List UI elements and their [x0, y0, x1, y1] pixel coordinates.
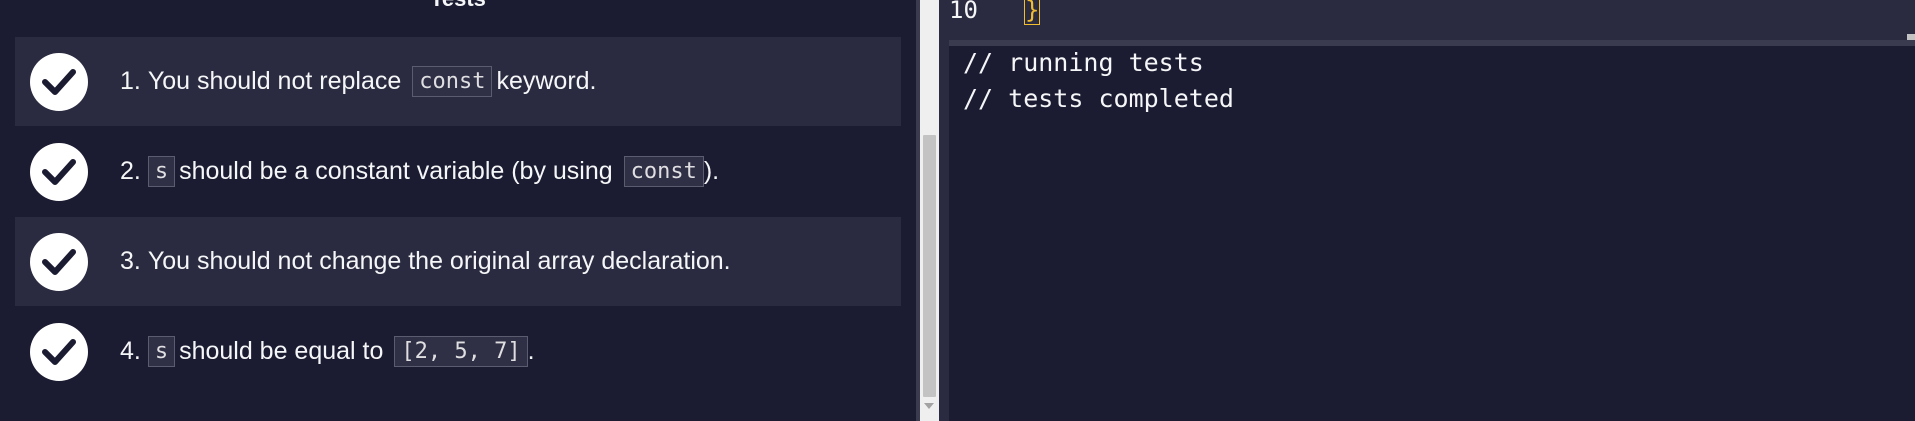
test-number: 4.: [120, 337, 141, 365]
test-item-2: 2. s should be a constant variable (by us…: [15, 127, 901, 216]
test-item-3: 3. You should not change the original ar…: [15, 217, 901, 306]
test-item-1: 1. You should not replace const keyword.: [15, 37, 901, 126]
tests-panel: Tests 1. You should not replace constkey…: [0, 0, 916, 421]
console-line: // running tests: [963, 48, 1204, 77]
test-description-end: ).: [703, 157, 720, 185]
test-number: 2.: [120, 157, 141, 185]
test-number: 1.: [120, 67, 141, 95]
code-snippet: s: [147, 336, 176, 367]
code-snippet: const: [412, 66, 493, 97]
code-editor[interactable]: 10 }: [949, 0, 1915, 40]
tests-scrollbar[interactable]: [920, 0, 939, 421]
test-number: 3.: [120, 247, 141, 275]
tests-heading: Tests: [0, 0, 916, 12]
scrollbar-thumb[interactable]: [923, 135, 936, 397]
console-output: // running tests // tests completed: [949, 46, 1915, 421]
test-description: You should not change the original array…: [147, 247, 731, 275]
check-circle-icon: [30, 323, 88, 381]
line-number: 10: [949, 0, 978, 24]
code-snippet: [2, 5, 7]: [394, 336, 528, 367]
test-description: should be equal to: [179, 337, 384, 365]
code-line-text[interactable]: }: [1023, 0, 1041, 25]
test-description: You should not replace: [147, 67, 402, 95]
check-circle-icon: [30, 233, 88, 291]
scroll-down-arrow-icon[interactable]: [924, 403, 934, 409]
test-text: 3. You should not change the original ar…: [120, 217, 731, 306]
console-line: // tests completed: [963, 84, 1234, 113]
check-circle-icon: [30, 143, 88, 201]
test-description: should be a constant variable (by using: [179, 157, 613, 185]
code-snippet: s: [147, 156, 176, 187]
test-text: 4. s should be equal to [2, 5, 7].: [120, 307, 535, 396]
check-circle-icon: [30, 53, 88, 111]
test-description-end: .: [527, 337, 535, 365]
code-snippet: const: [623, 156, 704, 187]
test-description-end: keyword.: [496, 67, 597, 95]
test-text: 2. s should be a constant variable (by us…: [120, 127, 719, 216]
test-item-4: 4. s should be equal to [2, 5, 7].: [15, 307, 901, 396]
test-text: 1. You should not replace const keyword.: [120, 37, 597, 126]
editor-gutter-divider: [939, 0, 949, 421]
